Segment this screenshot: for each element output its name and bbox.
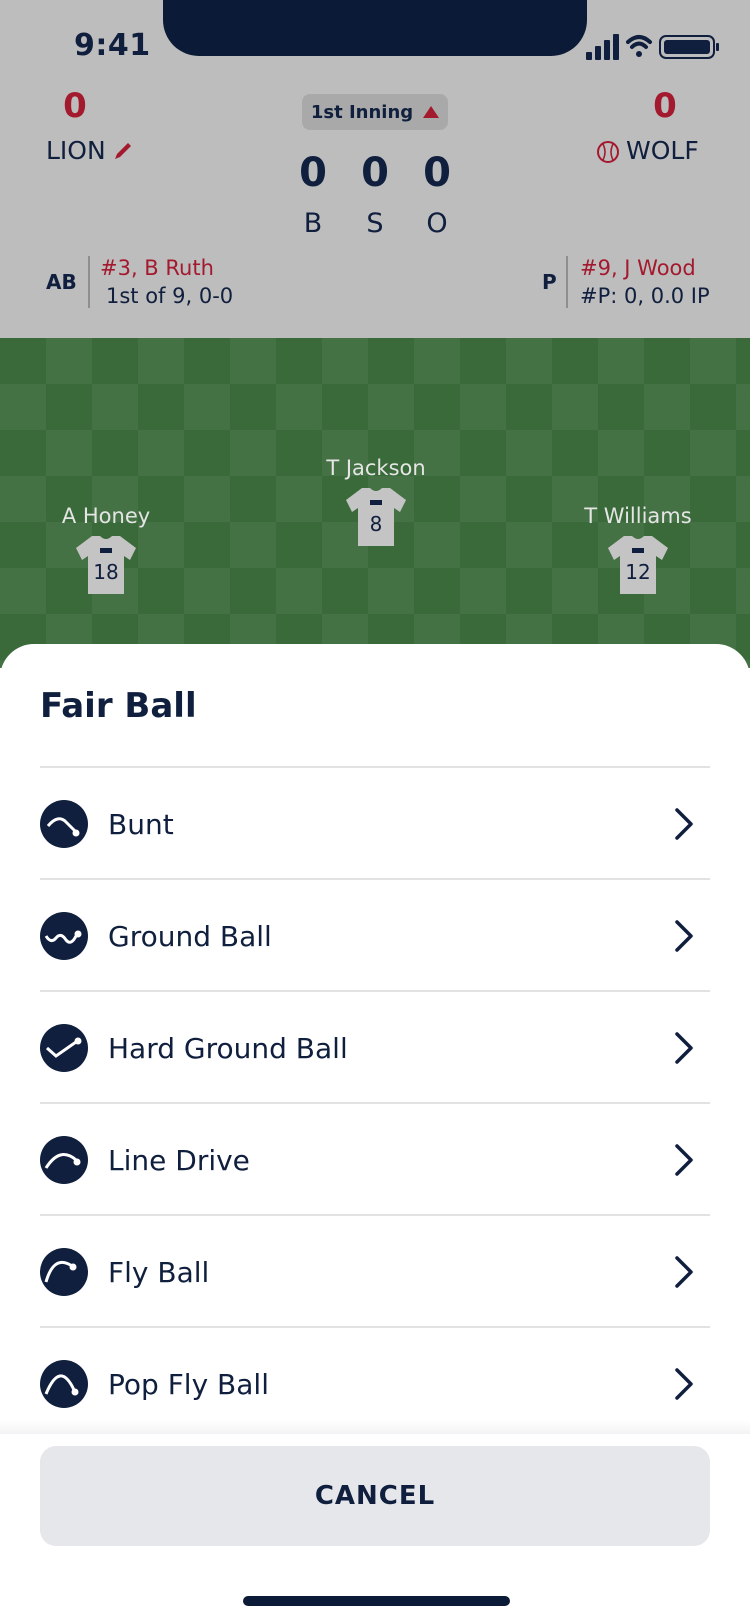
fielder-center[interactable]: T Jackson 8 xyxy=(296,456,456,548)
chevron-right-icon xyxy=(675,808,693,840)
ground-ball-icon xyxy=(40,912,88,960)
chevron-right-icon xyxy=(675,1144,693,1176)
inning-selector[interactable]: 1st Inning xyxy=(302,94,448,130)
pop-fly-ball-icon xyxy=(40,1360,88,1408)
pitcher-label: P xyxy=(542,270,557,294)
option-label: Hard Ground Ball xyxy=(108,1031,348,1065)
strikes-count: 0 xyxy=(361,150,389,196)
count-labels: B S O xyxy=(288,208,462,239)
outs-count: 0 xyxy=(423,150,451,196)
strikes-label: S xyxy=(366,208,384,239)
jersey-icon: 12 xyxy=(606,532,670,596)
option-line-drive[interactable]: Line Drive xyxy=(40,1102,710,1216)
option-fly-ball[interactable]: Fly Ball xyxy=(40,1214,710,1328)
chevron-right-icon xyxy=(675,1256,693,1288)
player-name: T Jackson xyxy=(326,456,426,480)
fly-ball-icon xyxy=(40,1248,88,1296)
home-team-name: LION xyxy=(46,136,106,165)
status-time: 9:41 xyxy=(74,28,151,63)
status-icons xyxy=(586,34,719,60)
battery-icon xyxy=(659,35,719,59)
option-label: Bunt xyxy=(108,807,174,841)
edit-pencil-icon[interactable] xyxy=(112,140,134,162)
fielder-left[interactable]: A Honey 18 xyxy=(26,504,186,596)
option-label: Ground Ball xyxy=(108,919,272,953)
home-indicator xyxy=(243,1596,510,1606)
jersey-icon: 8 xyxy=(344,484,408,548)
pitcher-player[interactable]: #9, J Wood xyxy=(580,256,696,280)
at-bat-player[interactable]: #3, B Ruth xyxy=(100,256,214,280)
away-score: 0 xyxy=(653,86,677,126)
option-hard-ground-ball[interactable]: Hard Ground Ball xyxy=(40,990,710,1104)
at-bat-divider xyxy=(88,256,90,308)
outs-label: O xyxy=(426,208,448,239)
at-bat-detail: 1st of 9, 0-0 xyxy=(106,284,234,308)
pitcher-divider xyxy=(566,256,568,308)
away-team-name: WOLF xyxy=(626,136,699,165)
device-notch xyxy=(163,0,587,56)
baseball-icon xyxy=(597,141,619,163)
cancel-button[interactable]: CANCEL xyxy=(40,1446,710,1546)
jersey-number: 8 xyxy=(369,512,383,536)
wifi-icon xyxy=(626,35,652,57)
chevron-right-icon xyxy=(675,920,693,952)
triangle-up-icon xyxy=(423,106,440,118)
chevron-right-icon xyxy=(675,1032,693,1064)
home-score: 0 xyxy=(63,86,87,126)
line-drive-icon xyxy=(40,1136,88,1184)
player-name: A Honey xyxy=(61,504,151,528)
at-bat-label: AB xyxy=(46,270,77,294)
option-bunt[interactable]: Bunt xyxy=(40,766,710,880)
option-label: Fly Ball xyxy=(108,1255,210,1289)
option-ground-ball[interactable]: Ground Ball xyxy=(40,878,710,992)
jersey-number: 12 xyxy=(625,560,651,584)
list-fade xyxy=(0,1420,750,1434)
count-values: 0 0 0 xyxy=(288,150,462,196)
signal-icon xyxy=(586,34,619,60)
hard-ground-ball-icon xyxy=(40,1024,88,1072)
option-label: Line Drive xyxy=(108,1143,250,1177)
jersey-number: 18 xyxy=(93,560,119,584)
pitcher-detail: #P: 0, 0.0 IP xyxy=(580,284,710,308)
balls-count: 0 xyxy=(299,150,327,196)
fielder-right[interactable]: T Williams 12 xyxy=(558,504,718,596)
chevron-right-icon xyxy=(675,1368,693,1400)
bunt-icon xyxy=(40,800,88,848)
balls-label: B xyxy=(303,208,323,239)
player-name: T Williams xyxy=(584,504,692,528)
sheet-title: Fair Ball xyxy=(40,686,197,726)
jersey-icon: 18 xyxy=(74,532,138,596)
inning-label: 1st Inning xyxy=(310,101,414,123)
option-label: Pop Fly Ball xyxy=(108,1367,269,1401)
